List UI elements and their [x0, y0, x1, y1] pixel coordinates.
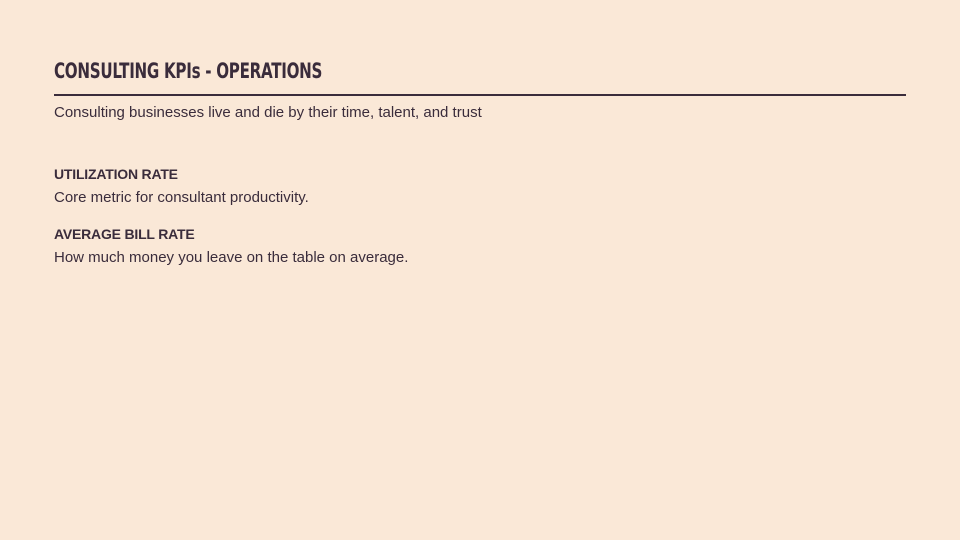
slide-subtitle: Consulting businesses live and die by th… — [54, 104, 482, 121]
kpi-block-average-bill-rate: AVERAGE BILL RATE How much money you lea… — [54, 225, 408, 267]
kpi-description: Core metric for consultant productivity. — [54, 189, 309, 206]
kpi-title: AVERAGE BILL RATE — [54, 226, 195, 242]
kpi-block-utilization-rate: UTILIZATION RATE Core metric for consult… — [54, 165, 309, 207]
slide-title: CONSULTING KPIs - OPERATIONS — [54, 59, 323, 83]
slide: CONSULTING KPIs - OPERATIONS Consulting … — [0, 0, 960, 540]
title-divider — [54, 94, 906, 96]
kpi-title: UTILIZATION RATE — [54, 166, 178, 182]
kpi-description: How much money you leave on the table on… — [54, 249, 409, 266]
